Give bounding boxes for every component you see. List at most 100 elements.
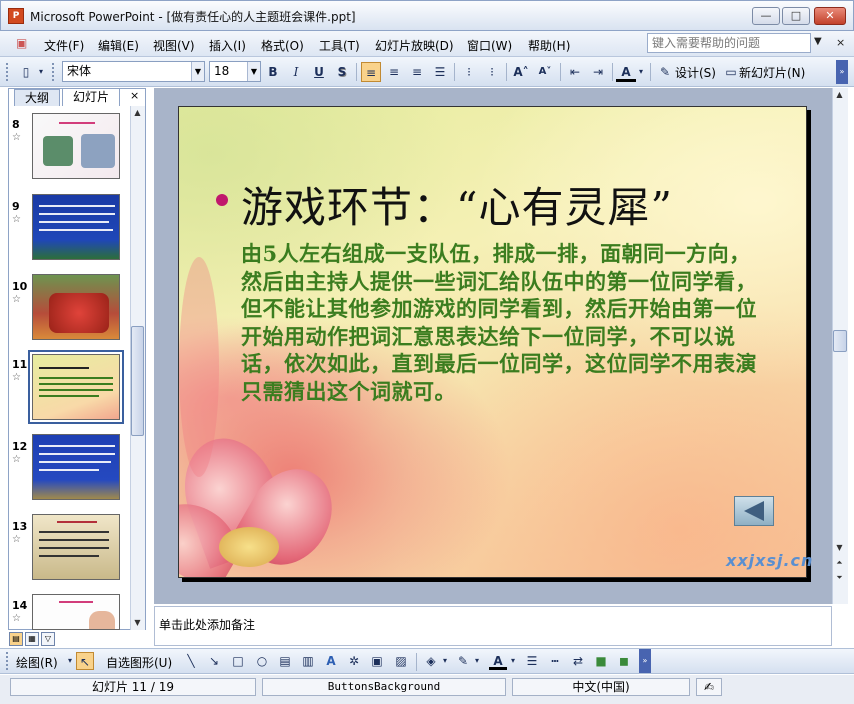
thumbnails-scroll-thumb[interactable] [131, 326, 144, 436]
vertical-textbox-icon[interactable]: ▥ [299, 652, 317, 670]
draw-dropdown-icon[interactable]: ▾ [65, 652, 75, 670]
slide-title[interactable]: 游戏环节：“心有灵犀” [241, 174, 673, 235]
arrow-style-icon[interactable]: ⇄ [569, 652, 587, 670]
diagram-icon[interactable]: ✲ [345, 652, 363, 670]
slide-thumbnail-9[interactable] [32, 194, 120, 260]
3d-style-icon[interactable]: ◼ [615, 652, 633, 670]
font-dropdown-arrow-icon[interactable]: ▼ [191, 62, 204, 81]
drawbar-overflow-icon[interactable]: » [639, 649, 651, 673]
insert-picture-icon[interactable]: ▨ [392, 652, 410, 670]
menu-window[interactable]: 窗口(W) [467, 37, 512, 54]
new-document-icon[interactable]: ▯ [16, 62, 36, 82]
size-dropdown-arrow-icon[interactable]: ▼ [247, 62, 260, 81]
slide-body-text[interactable]: 由5人左右组成一支队伍，排成一排，面朝同一方向，然后由主持人提供一些词汇给队伍中… [241, 240, 761, 405]
scroll-up-arrow-icon[interactable]: ▲ [131, 108, 144, 117]
oval-tool-icon[interactable]: ○ [253, 652, 271, 670]
menu-slideshow[interactable]: 幻灯片放映(D) [375, 37, 454, 54]
increase-font-size-icon[interactable]: A˄ [511, 62, 531, 82]
menu-file[interactable]: 文件(F) [44, 37, 84, 54]
wordart-icon[interactable]: A [322, 652, 340, 670]
autoshapes-menu-button[interactable]: 自选图形(U) [106, 654, 172, 671]
font-color-dropdown-icon[interactable]: ▾ [636, 62, 646, 82]
toolbar-options-arrow-icon[interactable]: ▾ [36, 62, 46, 82]
increase-indent-icon[interactable]: ⇥ [588, 62, 608, 82]
clipart-icon[interactable]: ▣ [368, 652, 386, 670]
menu-insert[interactable]: 插入(I) [209, 37, 246, 54]
numbering-icon[interactable]: ⁝ [459, 62, 479, 82]
font-size-select[interactable]: 18 ▼ [209, 61, 261, 82]
close-document-button[interactable]: × [836, 36, 845, 49]
close-window-button[interactable]: ✕ [814, 7, 846, 25]
select-pointer-icon[interactable]: ↖ [76, 652, 94, 670]
thumb-text-line [39, 539, 109, 541]
scroll-down-arrow-icon[interactable]: ▼ [833, 543, 846, 552]
slide-thumbnail-12[interactable] [32, 434, 120, 500]
shadow-style-icon[interactable]: ■ [592, 652, 610, 670]
italic-button[interactable]: I [286, 62, 306, 82]
pane-close-icon[interactable]: × [130, 89, 139, 102]
slide-sorter-view-icon[interactable]: ▦ [25, 632, 39, 646]
scroll-up-arrow-icon[interactable]: ▲ [833, 90, 846, 99]
spelling-check-icon[interactable]: ✍ [696, 678, 722, 696]
slide-thumbnail-10[interactable] [32, 274, 120, 340]
design-pencil-icon[interactable]: ✎ [655, 62, 675, 82]
thumb-title-line [59, 601, 93, 603]
toolbar-overflow-icon[interactable]: » [836, 60, 848, 84]
decrease-font-size-icon[interactable]: A˅ [535, 62, 555, 82]
maximize-button[interactable]: □ [782, 7, 810, 25]
menu-edit[interactable]: 编辑(E) [98, 37, 139, 54]
slide-thumbnail-8[interactable] [32, 113, 120, 179]
line-tool-icon[interactable]: ╲ [182, 652, 200, 670]
menu-format[interactable]: 格式(O) [261, 37, 304, 54]
font-name-select[interactable]: 宋体 ▼ [62, 61, 205, 82]
bullets-icon[interactable]: ⁝ [482, 62, 502, 82]
minimize-button[interactable]: — [752, 7, 780, 25]
fill-color-icon[interactable]: ◈ [422, 652, 440, 670]
document-menu-icon[interactable]: ▣ [16, 36, 27, 50]
menu-view[interactable]: 视图(V) [153, 37, 195, 54]
font-color-icon[interactable]: A [616, 62, 636, 82]
help-search-input[interactable]: 键入需要帮助的问题 [647, 33, 811, 53]
toolbar-grip[interactable] [6, 652, 10, 670]
line-style-icon[interactable]: ☰ [523, 652, 541, 670]
powerpoint-app-icon[interactable]: P [8, 8, 24, 24]
align-left-icon[interactable]: ≡ [361, 62, 381, 82]
rectangle-tool-icon[interactable]: □ [229, 652, 247, 670]
dash-style-icon[interactable]: ┅ [546, 652, 564, 670]
new-slide-icon[interactable]: ▭ [721, 62, 741, 82]
fill-color-dropdown-icon[interactable]: ▾ [440, 652, 450, 670]
draw-font-color-icon[interactable]: A [489, 652, 507, 670]
scroll-down-arrow-icon[interactable]: ▼ [131, 618, 144, 627]
slide-scroll-thumb[interactable] [833, 330, 847, 352]
menu-help[interactable]: 帮助(H) [528, 37, 570, 54]
slide-thumbnail-14[interactable] [32, 594, 120, 630]
distribute-text-icon[interactable]: ☰ [430, 62, 450, 82]
decrease-indent-icon[interactable]: ⇤ [565, 62, 585, 82]
normal-view-icon[interactable]: ▤ [9, 632, 23, 646]
line-color-icon[interactable]: ✎ [454, 652, 472, 670]
align-right-icon[interactable]: ≡ [407, 62, 427, 82]
textbox-tool-icon[interactable]: ▤ [276, 652, 294, 670]
menu-tools[interactable]: 工具(T) [319, 37, 360, 54]
slide-thumbnail-13[interactable] [32, 514, 120, 580]
next-slide-icon[interactable]: ⏷ [833, 573, 846, 583]
text-shadow-button[interactable]: S [332, 62, 352, 82]
toolbar-grip-2[interactable] [52, 63, 56, 81]
tab-slides[interactable]: 幻灯片 [62, 88, 120, 106]
tab-outline[interactable]: 大纲 [14, 89, 60, 106]
design-button[interactable]: 设计(S) [675, 64, 716, 81]
align-center-icon[interactable]: ≡ [384, 62, 404, 82]
bold-button[interactable]: B [263, 62, 283, 82]
arrow-tool-icon[interactable]: ↘ [205, 652, 223, 670]
previous-slide-icon[interactable]: ⏶ [833, 558, 846, 568]
line-color-dropdown-icon[interactable]: ▾ [472, 652, 482, 670]
slide-thumbnail-11[interactable] [32, 354, 120, 420]
slideshow-view-icon[interactable]: ▽ [41, 632, 55, 646]
draw-menu-button[interactable]: 绘图(R) [16, 654, 58, 671]
underline-button[interactable]: U [309, 62, 329, 82]
notes-pane[interactable]: 单击此处添加备注 [154, 606, 832, 646]
help-dropdown-arrow-icon[interactable]: ▼ [814, 36, 822, 47]
new-slide-button[interactable]: 新幻灯片(N) [739, 64, 805, 81]
toolbar-grip[interactable] [6, 63, 10, 81]
draw-font-color-dropdown-icon[interactable]: ▾ [508, 652, 518, 670]
